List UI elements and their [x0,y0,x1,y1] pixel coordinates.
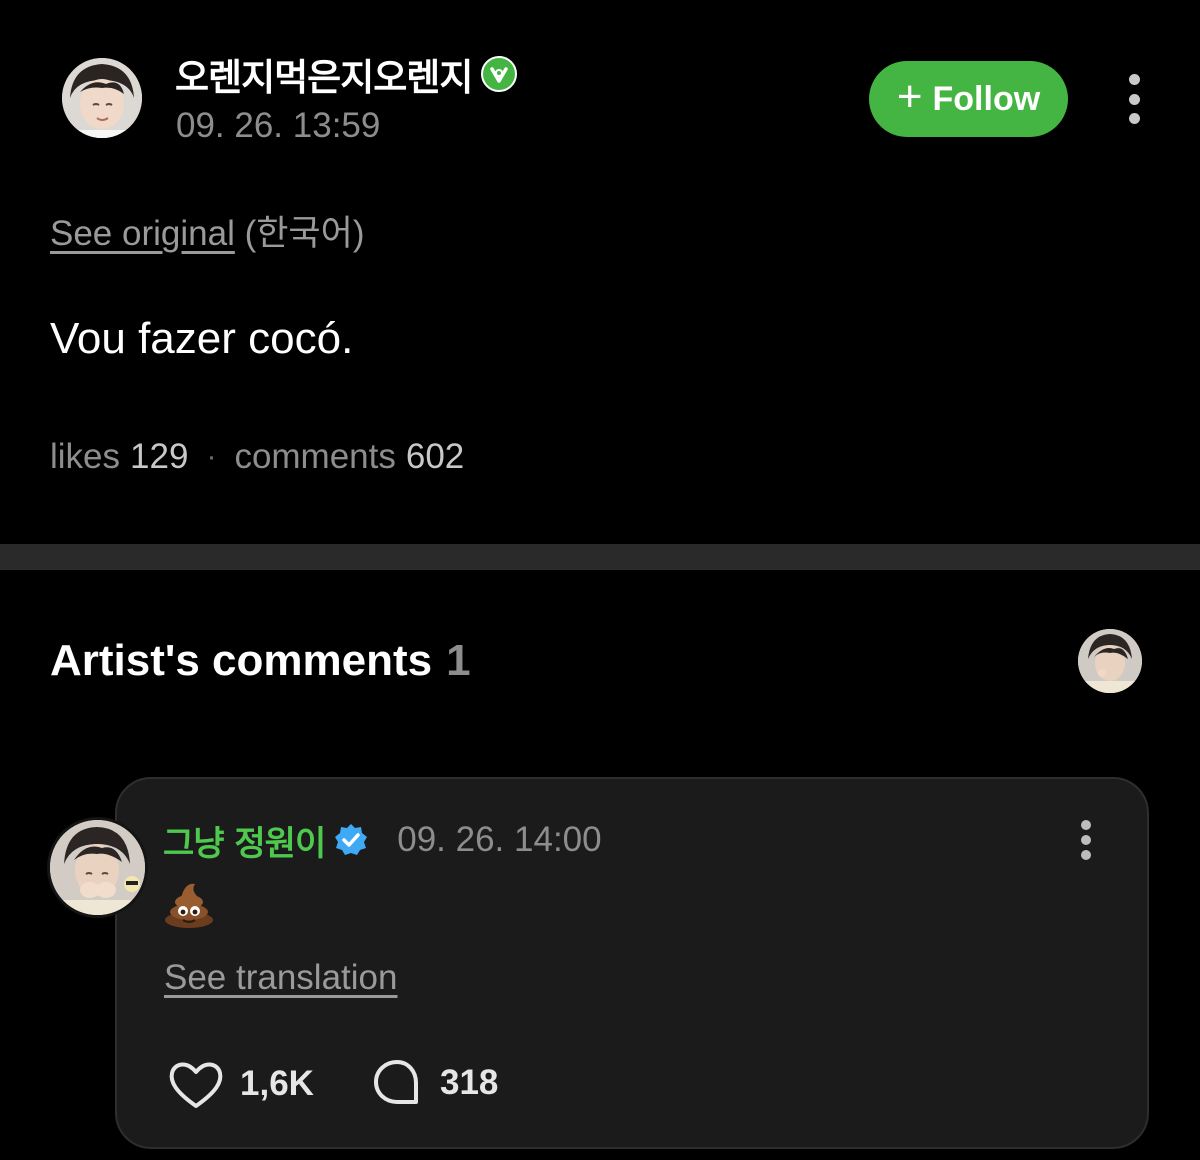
comments-count[interactable]: 602 [406,437,464,477]
comment-bubble-icon [374,1060,418,1104]
author-avatar[interactable] [62,58,142,138]
section-divider [0,544,1200,570]
comment-header: 그냥 정원이 09. 26. 14:00 [163,816,602,864]
post-date: 09. 26. 13:59 [176,106,381,145]
artist-avatar[interactable] [1078,629,1142,693]
verified-artist-badge-icon [335,824,368,855]
commenter-avatar[interactable] [47,817,148,918]
reply-button[interactable]: 318 [370,1056,498,1110]
verified-badge-icon [481,56,518,92]
original-language-label: (한국어) [244,214,365,253]
likes-label: likes [50,437,121,476]
likes-count: 129 [130,437,189,476]
stats-separator: · [206,440,217,473]
post-detail-screen: 오렌지먹은지오렌지 09. 26. 13:59 + Follow See ori… [0,0,1200,1160]
heart-icon [169,1062,223,1108]
comment-date: 09. 26. 14:00 [397,820,602,859]
artist-comments-title: Artist's comments 1 [50,636,471,686]
more-options-icon[interactable] [1116,74,1152,124]
comment-more-options-icon[interactable] [1068,820,1104,860]
comments-label[interactable]: comments [234,437,395,477]
see-original-link[interactable]: See original [50,214,235,253]
pile-of-poo-icon [165,883,213,928]
commenter-name[interactable]: 그냥 정원이 [163,816,326,865]
artist-comments-label: Artist's comments [50,636,433,685]
like-count: 1,6K [240,1064,314,1103]
post-stats: likes 129 · comments 602 [50,437,464,477]
author-name-row: 오렌지먹은지오렌지 [175,47,518,101]
post-text: Vou fazer cocó. [50,314,354,363]
artist-comments-count: 1 [446,636,471,685]
like-button[interactable]: 1,6K [166,1056,314,1112]
author-name[interactable]: 오렌지먹은지오렌지 [175,47,473,101]
see-translation-link[interactable]: See translation [164,958,397,998]
follow-button-label: Follow [932,79,1041,118]
plus-icon: + [896,72,923,121]
see-original-row: See original (한국어) [50,205,365,256]
follow-button[interactable]: + Follow [869,61,1068,137]
reply-count: 318 [440,1063,499,1102]
